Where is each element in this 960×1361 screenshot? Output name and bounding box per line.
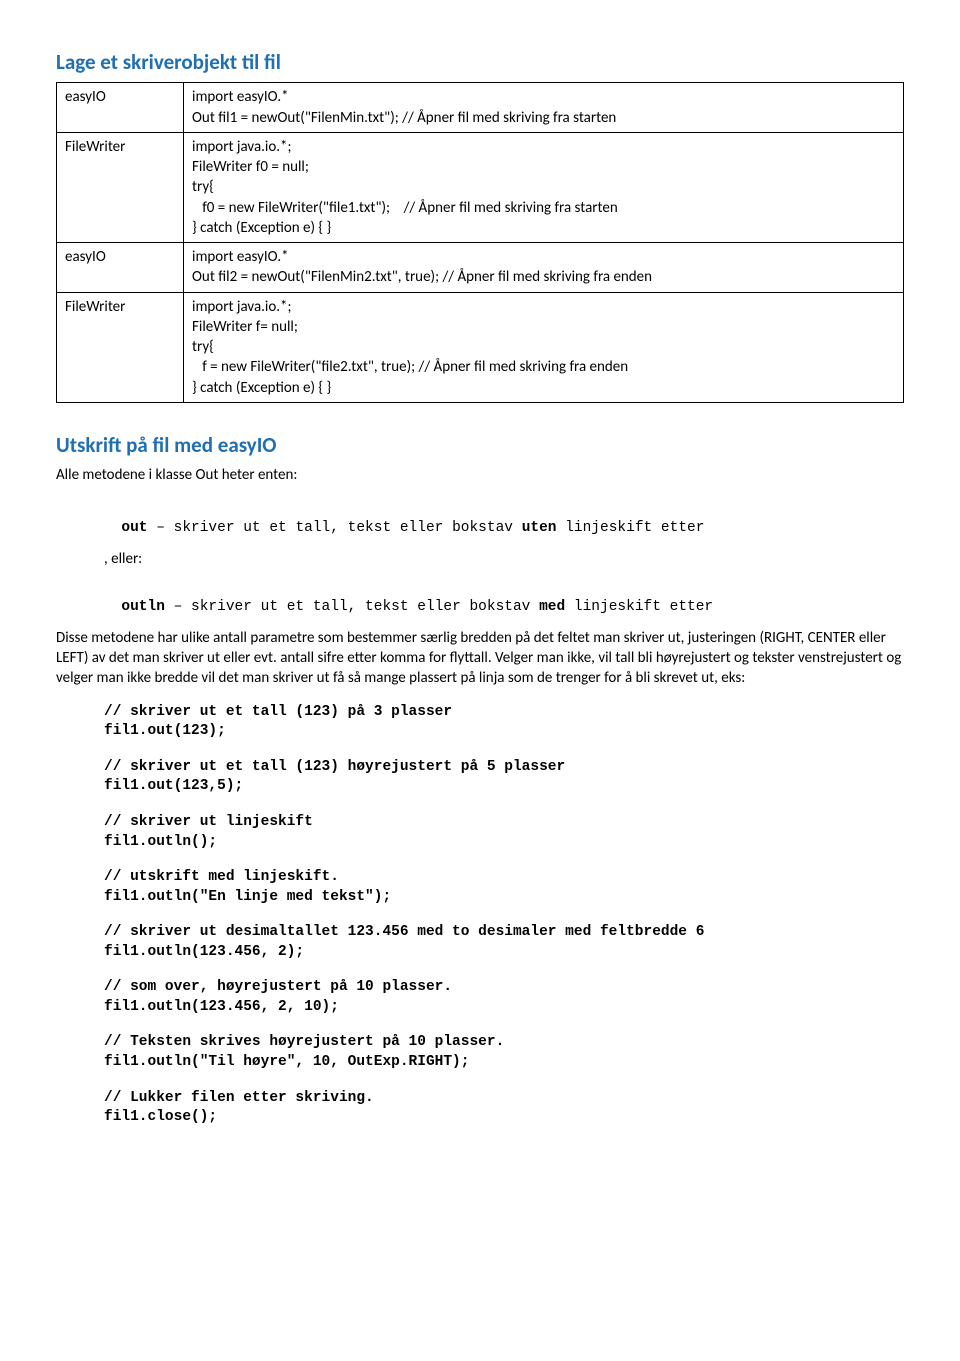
row-label: easyIO: [57, 83, 184, 133]
example-block: // Teksten skrives høyrejustert på 10 pl…: [104, 1033, 904, 1072]
code-block: import java.io.*; FileWriter f= null; tr…: [192, 297, 895, 398]
out-text: – skriver ut et tall, tekst eller boksta…: [148, 520, 522, 536]
table-row: FileWriter import java.io.*; FileWriter …: [57, 132, 904, 242]
table-row: easyIO import easyIO.* Out fil2 = newOut…: [57, 243, 904, 293]
example-statement: fil1.outln();: [104, 833, 904, 853]
row-code: import java.io.*; FileWriter f= null; tr…: [184, 292, 904, 402]
example-statement: fil1.outln("Til høyre", 10, OutExp.RIGHT…: [104, 1053, 904, 1073]
example-block: // som over, høyrejustert på 10 plasser.…: [104, 978, 904, 1017]
code-block: import java.io.*; FileWriter f0 = null; …: [192, 137, 895, 238]
example-comment: // skriver ut linjeskift: [104, 813, 904, 833]
row-code: import easyIO.* Out fil1 = newOut("Filen…: [184, 83, 904, 133]
example-block: // Lukker filen etter skriving. fil1.clo…: [104, 1089, 904, 1128]
example-comment: // Teksten skrives høyrejustert på 10 pl…: [104, 1033, 904, 1053]
example-block: // skriver ut linjeskift fil1.outln();: [104, 813, 904, 852]
example-comment: // skriver ut desimaltallet 123.456 med …: [104, 923, 904, 943]
table-row: FileWriter import java.io.*; FileWriter …: [57, 292, 904, 402]
section-title-1: Lage et skriverobjekt til fil: [56, 48, 904, 76]
out-bold: uten: [522, 520, 557, 536]
example-statement: fil1.out(123,5);: [104, 777, 904, 797]
example-statement: fil1.outln("En linje med tekst");: [104, 888, 904, 908]
example-statement: fil1.out(123);: [104, 722, 904, 742]
example-block: // utskrift med linjeskift. fil1.outln("…: [104, 868, 904, 907]
example-comment: // Lukker filen etter skriving.: [104, 1089, 904, 1109]
code-block: import easyIO.* Out fil1 = newOut("Filen…: [192, 87, 895, 128]
code-block: import easyIO.* Out fil2 = newOut("Filen…: [192, 247, 895, 288]
section-title-2: Utskrift på fil med easyIO: [56, 431, 904, 459]
intro-text: Alle metodene i klasse Out heter enten:: [56, 465, 904, 485]
example-statement: fil1.close();: [104, 1108, 904, 1128]
out-description: out – skriver ut et tall, tekst eller bo…: [104, 499, 904, 538]
outln-text: – skriver ut et tall, tekst eller boksta…: [165, 599, 539, 615]
out-keyword: out: [121, 520, 147, 536]
row-label: FileWriter: [57, 132, 184, 242]
eller-text: , eller:: [104, 549, 904, 569]
example-comment: // som over, høyrejustert på 10 plasser.: [104, 978, 904, 998]
example-statement: fil1.outln(123.456, 2);: [104, 943, 904, 963]
code-examples: // skriver ut et tall (123) på 3 plasser…: [104, 703, 904, 1128]
example-statement: fil1.outln(123.456, 2, 10);: [104, 998, 904, 1018]
outln-end: linjeskift etter: [565, 599, 713, 615]
example-block: // skriver ut et tall (123) på 3 plasser…: [104, 703, 904, 742]
paragraph-text: Disse metodene har ulike antall parametr…: [56, 628, 904, 689]
example-comment: // skriver ut et tall (123) på 3 plasser: [104, 703, 904, 723]
example-block: // skriver ut desimaltallet 123.456 med …: [104, 923, 904, 962]
row-code: import easyIO.* Out fil2 = newOut("Filen…: [184, 243, 904, 293]
row-label: FileWriter: [57, 292, 184, 402]
outln-description: outln – skriver ut et tall, tekst eller …: [104, 579, 904, 618]
out-end: linjeskift etter: [557, 520, 705, 536]
code-table-1: easyIO import easyIO.* Out fil1 = newOut…: [56, 82, 904, 403]
table-row: easyIO import easyIO.* Out fil1 = newOut…: [57, 83, 904, 133]
example-block: // skriver ut et tall (123) høyrejustert…: [104, 758, 904, 797]
example-comment: // utskrift med linjeskift.: [104, 868, 904, 888]
outln-keyword: outln: [121, 599, 165, 615]
example-comment: // skriver ut et tall (123) høyrejustert…: [104, 758, 904, 778]
outln-bold: med: [539, 599, 565, 615]
row-label: easyIO: [57, 243, 184, 293]
row-code: import java.io.*; FileWriter f0 = null; …: [184, 132, 904, 242]
